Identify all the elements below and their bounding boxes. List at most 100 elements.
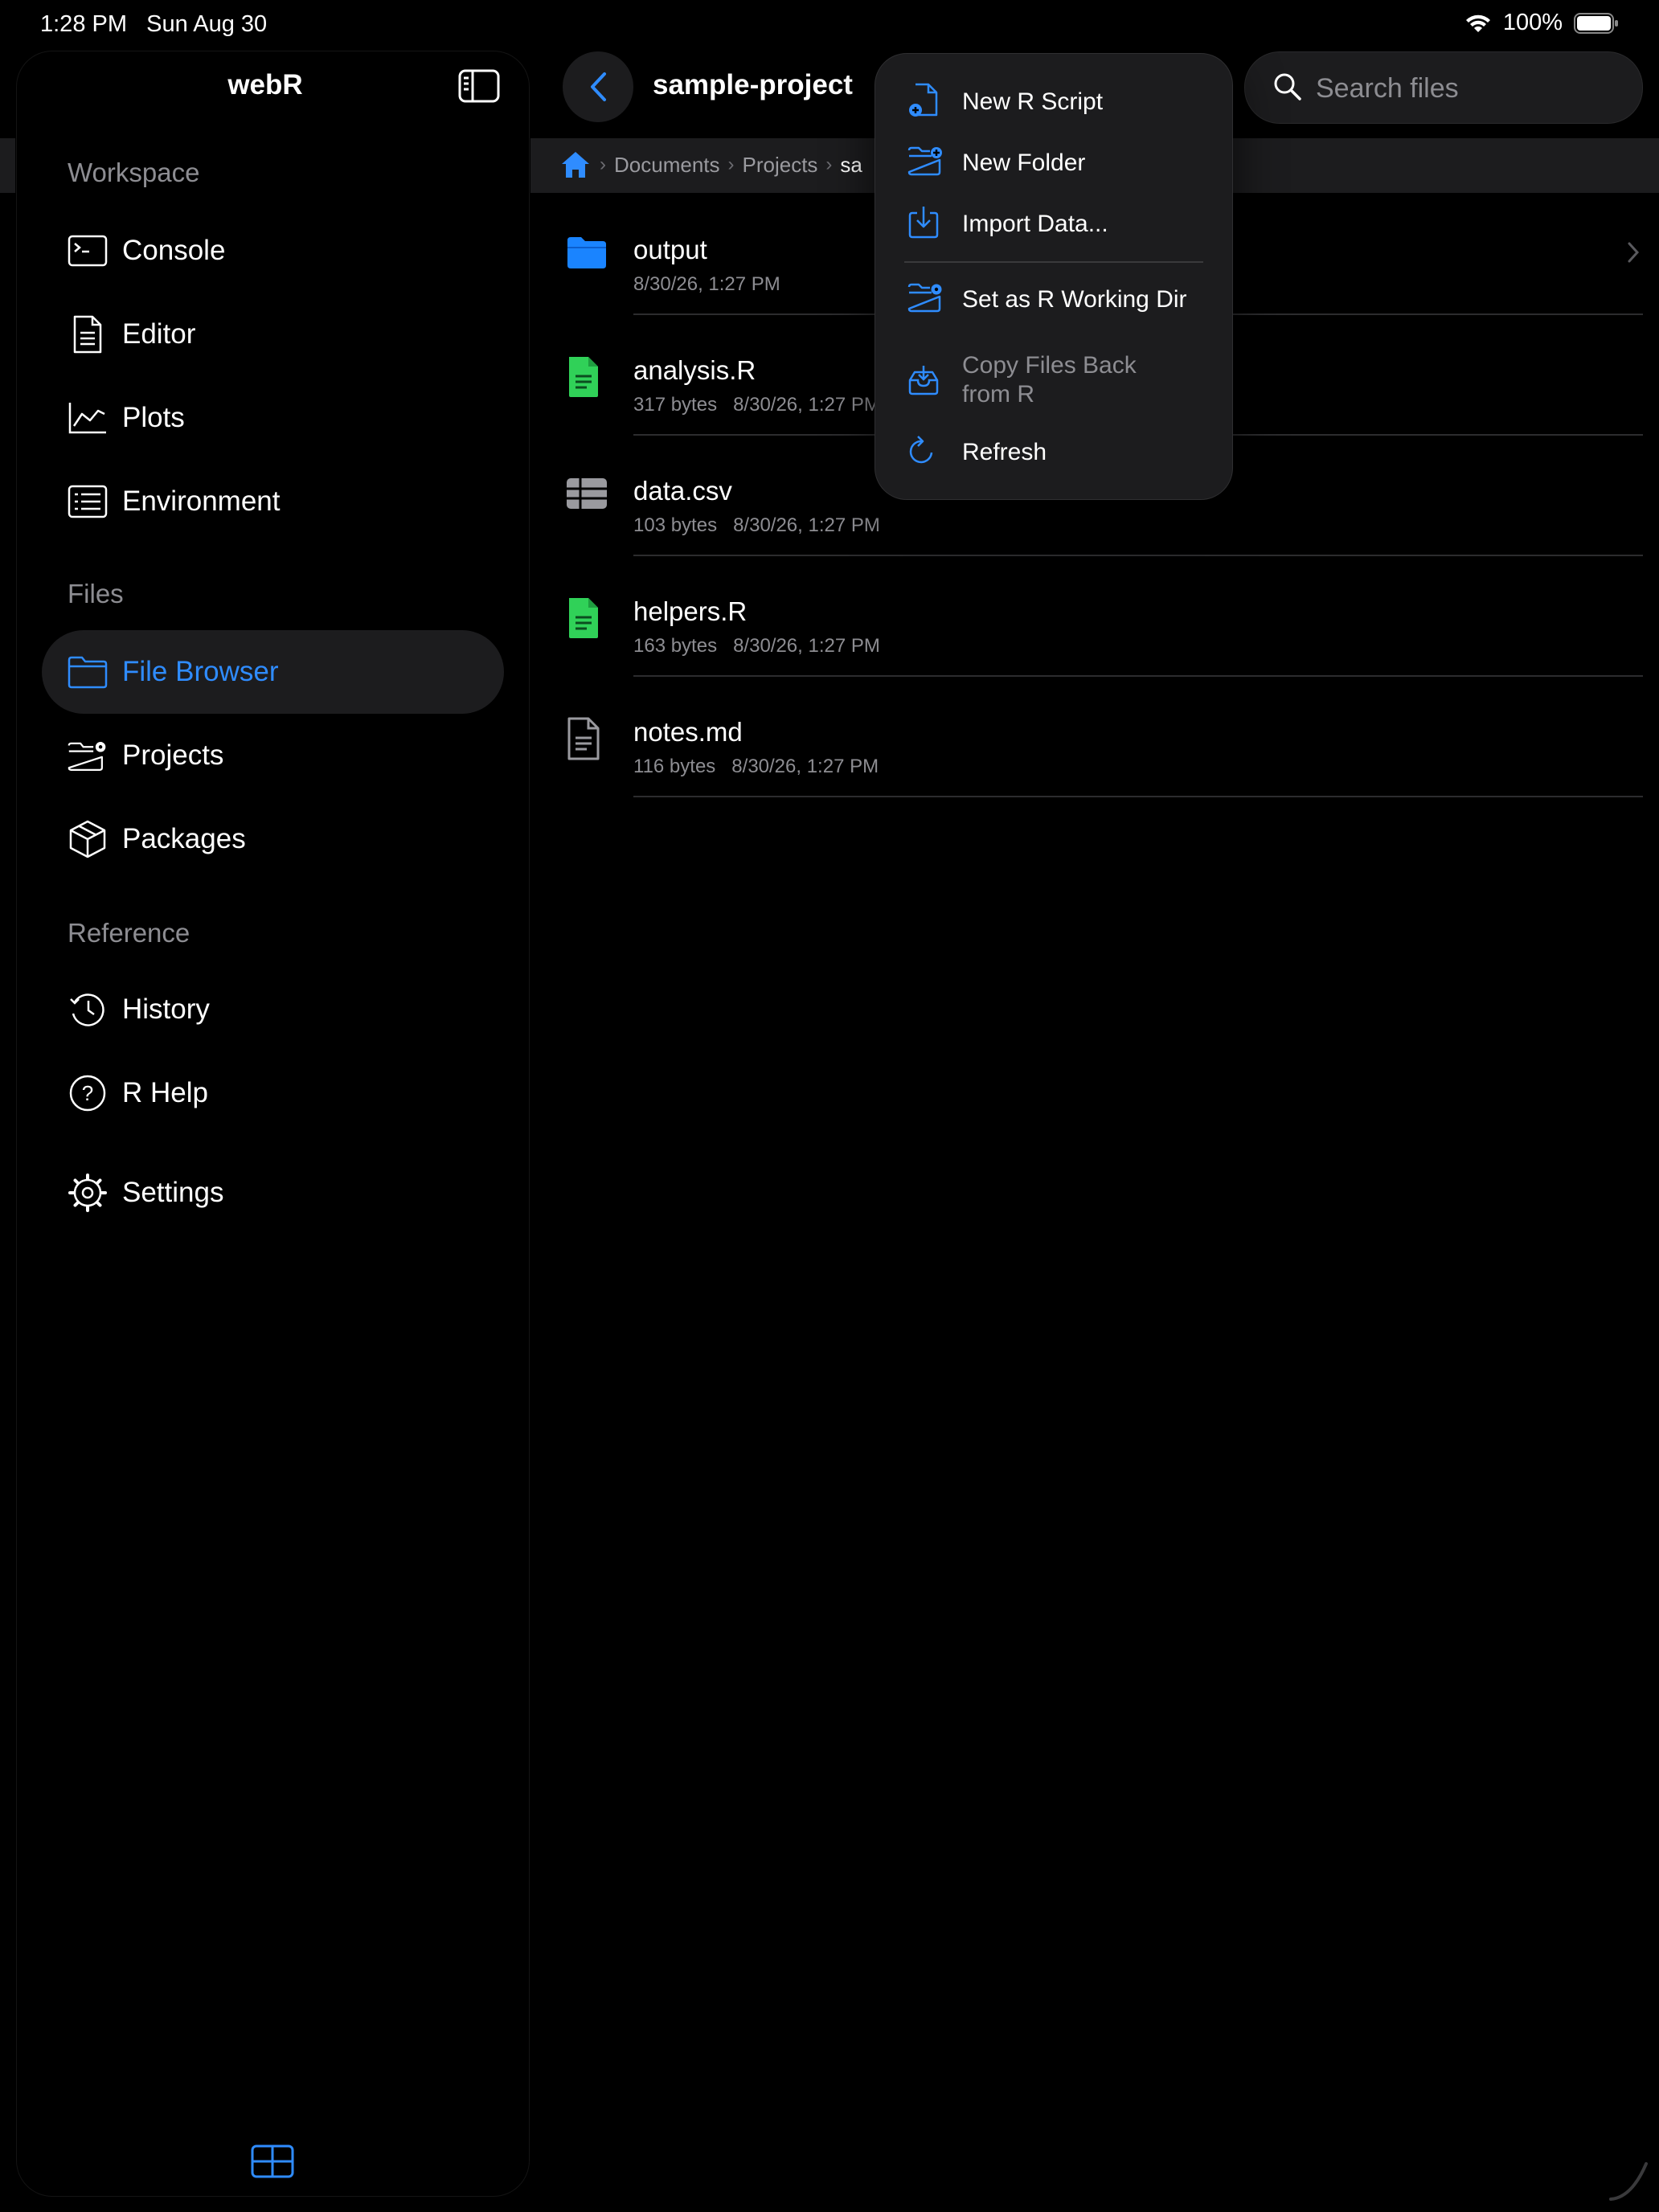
- refresh-icon: [907, 435, 936, 465]
- menu-item-label-line2: from R: [962, 381, 1034, 408]
- battery-icon: [1574, 12, 1619, 35]
- sidebar-item-environment[interactable]: Environment: [42, 460, 504, 543]
- folder-icon: [68, 652, 108, 692]
- tray-download-icon: [907, 364, 940, 396]
- file-name: analysis.R: [633, 355, 756, 385]
- sidebar-item-label: Environment: [122, 485, 281, 517]
- menu-item-set-working-dir[interactable]: Set as R Working Dir: [875, 269, 1232, 329]
- menu-item-label: New R Script: [962, 88, 1104, 115]
- chevron-right-icon: ›: [825, 154, 833, 175]
- table-icon: [566, 476, 608, 511]
- sidebar-item-plots[interactable]: Plots: [42, 376, 504, 460]
- folder-gear-icon: [907, 282, 943, 313]
- document-icon: [68, 314, 108, 354]
- sidebar-item-label: File Browser: [122, 656, 279, 687]
- search-icon: [1272, 72, 1303, 102]
- menu-item-label: Import Data...: [962, 211, 1108, 237]
- r-script-file-icon: [566, 596, 601, 640]
- sidebar-item-projects[interactable]: Projects: [42, 714, 504, 797]
- sidebar-item-label: Projects: [122, 739, 224, 771]
- home-icon[interactable]: [559, 150, 592, 180]
- menu-divider: [904, 261, 1203, 263]
- edge-stripe: [0, 138, 15, 193]
- sidebar-item-console[interactable]: Console: [42, 209, 504, 293]
- folder-icon: [566, 235, 608, 270]
- package-box-icon: [68, 819, 108, 859]
- battery-percent: 100%: [1502, 10, 1563, 35]
- status-date: Sun Aug 30: [146, 11, 268, 37]
- search-box[interactable]: [1244, 51, 1643, 125]
- sidebar-item-label: Editor: [122, 318, 196, 350]
- page-title: sample-project: [653, 69, 853, 100]
- status-clock: 1:28 PM: [40, 11, 127, 37]
- folder-plus-icon: [907, 145, 943, 176]
- section-workspace: Workspace: [68, 158, 200, 187]
- actions-menu: New R Script New Folder Import Data... S…: [875, 53, 1233, 500]
- menu-item-new-folder[interactable]: New Folder: [875, 133, 1232, 192]
- menu-item-label: Copy Files Back from R: [962, 351, 1137, 409]
- file-meta: 103 bytes 8/30/26, 1:27 PM: [633, 514, 880, 536]
- sidebar-item-file-browser[interactable]: File Browser: [42, 630, 504, 714]
- line-chart-icon: [68, 398, 108, 438]
- divider: [633, 796, 1643, 797]
- sidebar-item-r-help[interactable]: ? R Help: [42, 1051, 504, 1135]
- menu-item-refresh[interactable]: Refresh: [875, 422, 1232, 481]
- file-name: notes.md: [633, 717, 743, 747]
- file-name: helpers.R: [633, 596, 748, 626]
- terminal-icon: [68, 231, 108, 271]
- history-clock-icon: [68, 989, 108, 1030]
- sidebar-title: webR: [227, 69, 303, 100]
- breadcrumb-item[interactable]: Projects: [743, 153, 818, 178]
- search-input[interactable]: [1314, 52, 1623, 125]
- menu-item-import-data[interactable]: Import Data...: [875, 194, 1232, 253]
- new-file-icon: [907, 83, 940, 118]
- chevron-right-icon: ›: [727, 154, 735, 175]
- file-meta: 317 bytes 8/30/26, 1:27 PM: [633, 394, 880, 416]
- breadcrumb-item[interactable]: Documents: [614, 153, 720, 178]
- breadcrumb-item[interactable]: sa: [840, 153, 862, 178]
- folder-gear-icon: [68, 735, 108, 776]
- sidebar-item-editor[interactable]: Editor: [42, 293, 504, 376]
- file-meta: 116 bytes 8/30/26, 1:27 PM: [633, 756, 879, 777]
- file-meta: 163 bytes 8/30/26, 1:27 PM: [633, 635, 880, 657]
- import-tray-icon: [907, 205, 940, 239]
- resize-handle-icon[interactable]: [1608, 2161, 1649, 2202]
- gear-icon: [68, 1173, 108, 1213]
- sidebar-item-label: Plots: [122, 402, 185, 433]
- file-name: output: [633, 235, 707, 264]
- menu-item-label-line1: Copy Files Back: [962, 352, 1137, 379]
- sidebar-item-history[interactable]: History: [42, 968, 504, 1051]
- wifi-icon: [1464, 13, 1492, 34]
- chevron-right-icon: [1627, 241, 1640, 264]
- document-icon: [566, 717, 601, 760]
- list-icon: [68, 481, 108, 522]
- menu-item-label: Set as R Working Dir: [962, 286, 1187, 313]
- grid-layout-icon[interactable]: [251, 2144, 294, 2178]
- sidebar-item-label: Packages: [122, 823, 246, 854]
- menu-item-copy-files-back[interactable]: Copy Files Back from R: [875, 340, 1232, 420]
- menu-item-label: New Folder: [962, 150, 1086, 176]
- chevron-right-icon: ›: [600, 154, 606, 175]
- sidebar-item-settings[interactable]: Settings: [42, 1151, 504, 1235]
- svg-text:?: ?: [82, 1081, 93, 1105]
- status-indicators: 100%: [1464, 10, 1619, 36]
- r-script-file-icon: [566, 355, 601, 399]
- sidebar-item-label: History: [122, 993, 210, 1025]
- file-row-notes[interactable]: notes.md 116 bytes 8/30/26, 1:27 PM: [530, 677, 1659, 797]
- sidebar-item-packages[interactable]: Packages: [42, 797, 504, 881]
- sidebar-item-label: R Help: [122, 1077, 208, 1108]
- back-button[interactable]: [563, 51, 633, 122]
- sidebar-item-label: Settings: [122, 1177, 224, 1208]
- breadcrumb: › Documents › Projects › sa: [559, 150, 862, 180]
- question-circle-icon: ?: [68, 1073, 108, 1113]
- section-files: Files: [68, 579, 124, 608]
- menu-item-new-r-script[interactable]: New R Script: [875, 72, 1232, 131]
- file-row-helpers[interactable]: helpers.R 163 bytes 8/30/26, 1:27 PM: [530, 556, 1659, 677]
- section-reference: Reference: [68, 918, 190, 948]
- sidebar-item-label: Console: [122, 235, 226, 266]
- sidebar-toggle-icon[interactable]: [458, 69, 500, 103]
- file-meta: 8/30/26, 1:27 PM: [633, 273, 780, 295]
- file-name: data.csv: [633, 476, 732, 506]
- chevron-left-icon: [588, 71, 608, 103]
- status-time: 1:28 PM Sun Aug 30: [40, 11, 267, 38]
